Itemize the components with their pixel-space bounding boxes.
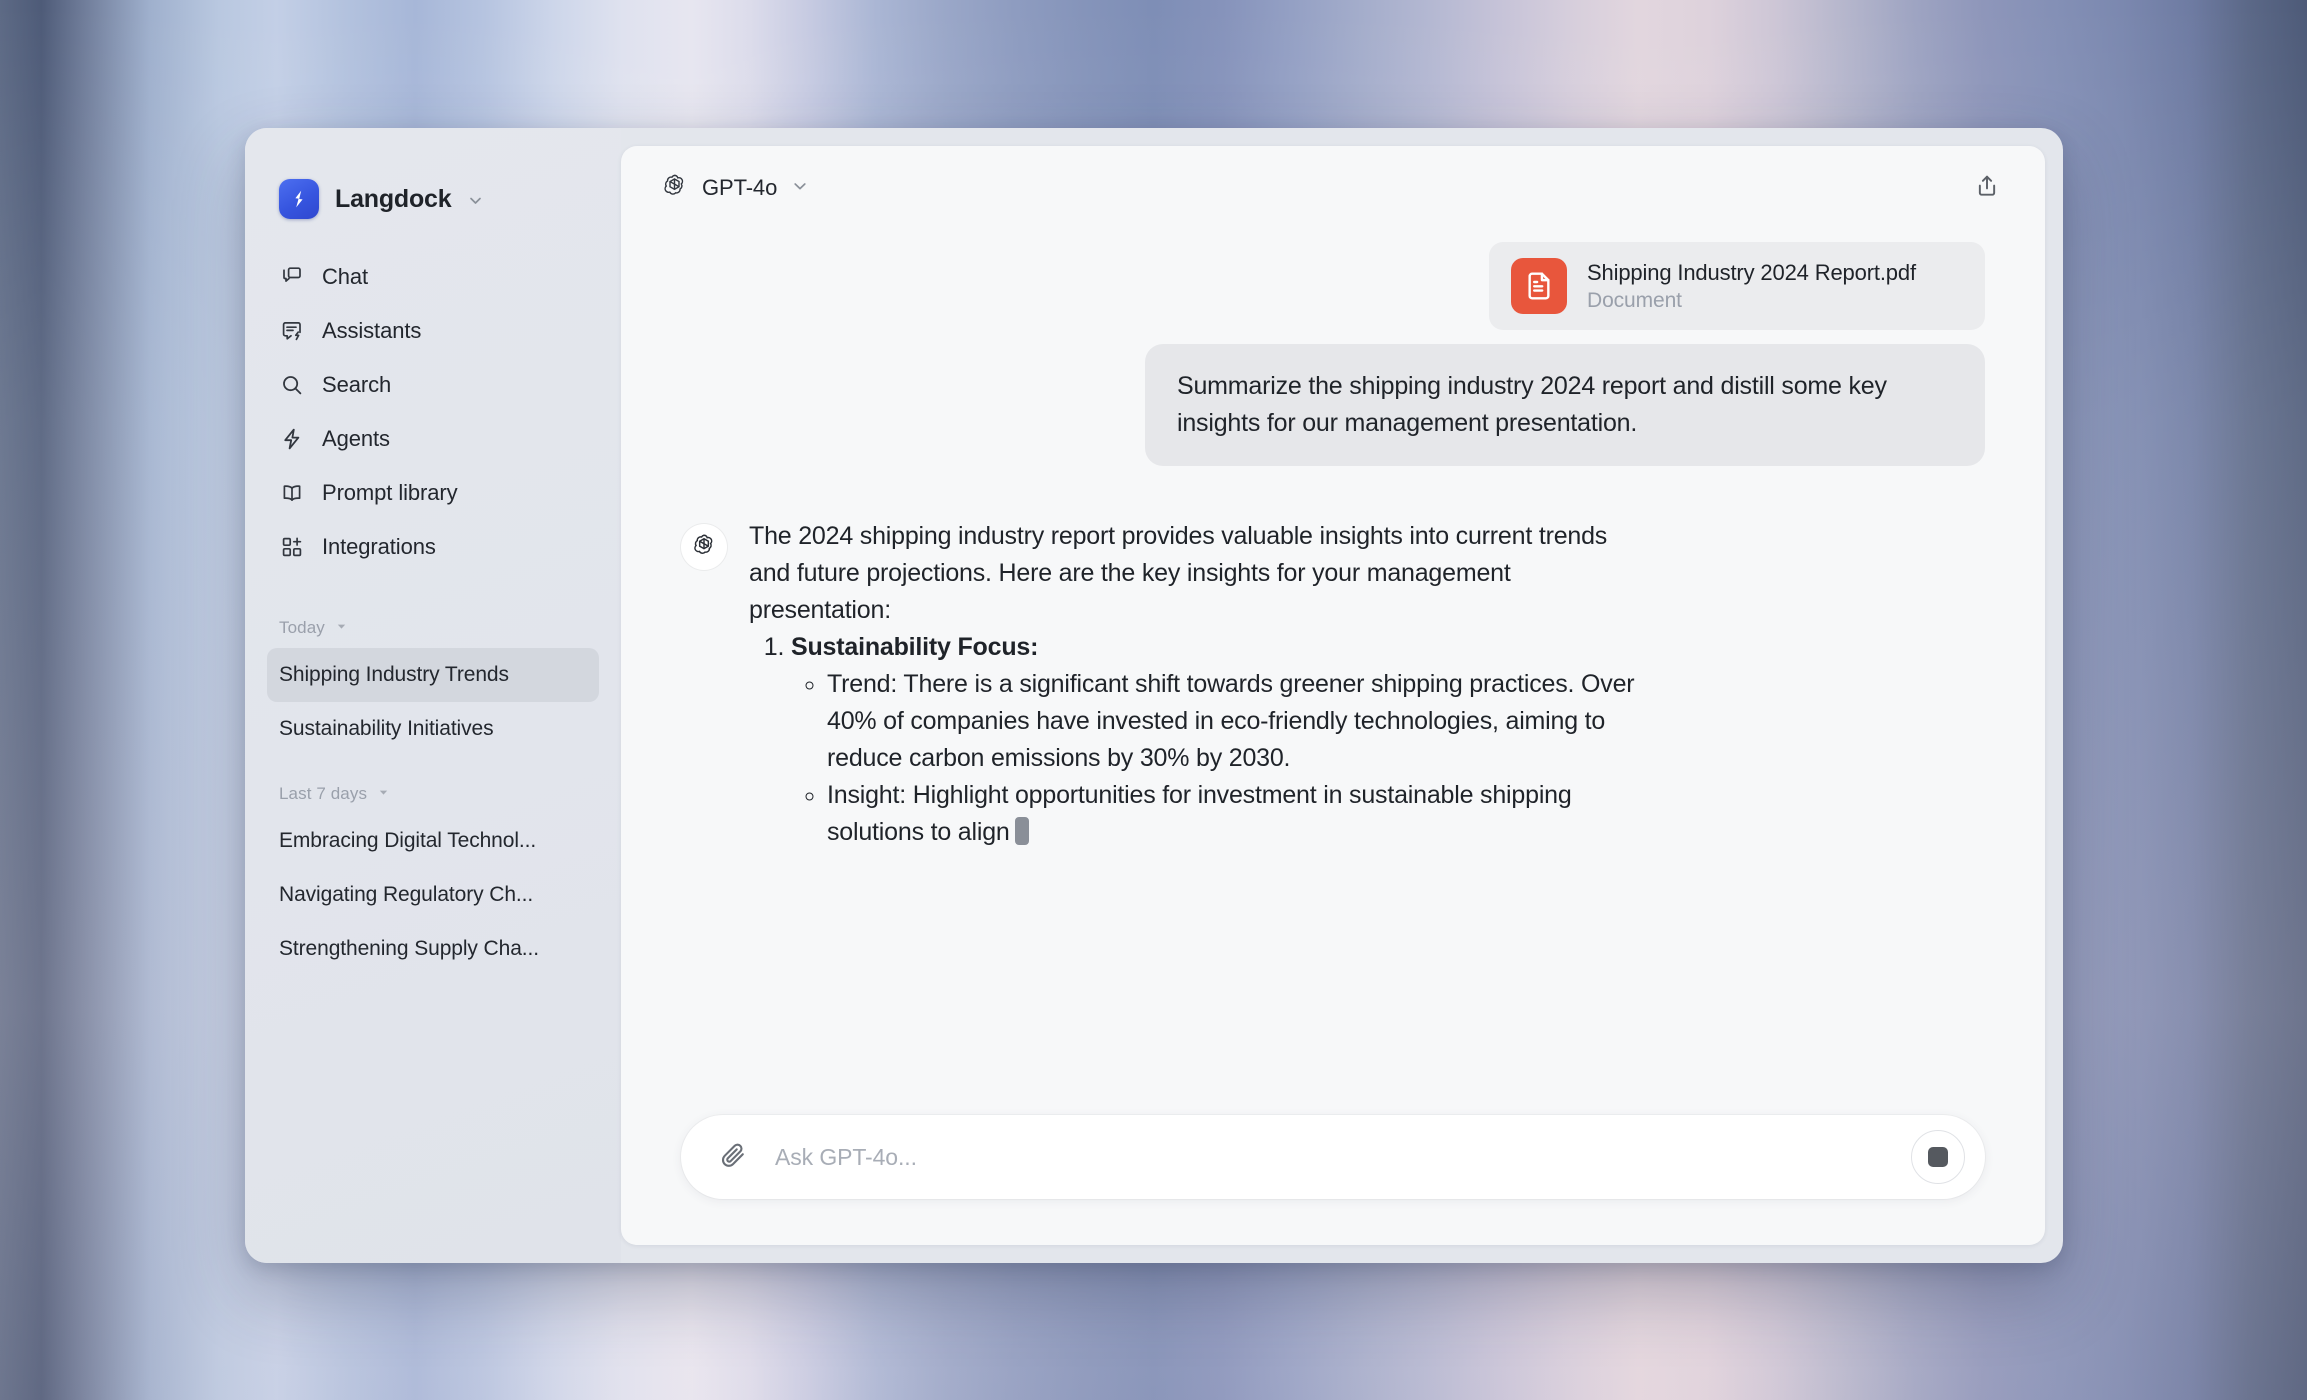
openai-logo-icon [691, 532, 717, 563]
sidebar-item-assistants[interactable]: Assistants [267, 304, 599, 358]
sidebar-item-integrations[interactable]: Integrations [267, 520, 599, 574]
assistant-message: The 2024 shipping industry report provid… [749, 518, 1654, 851]
history-item-label: Navigating Regulatory Ch... [279, 883, 534, 906]
numbered-item-label: Sustainability Focus: [791, 633, 1039, 661]
sidebar-item-chat[interactable]: Chat [267, 250, 599, 304]
sidebar-item-label: Agents [322, 426, 390, 451]
assistant-numbered-list: Sustainability Focus: Trend: There is a … [749, 629, 1654, 851]
sidebar-item-label: Chat [322, 264, 369, 289]
bullet-item-text: Insight: Highlight opportunities for inv… [827, 781, 1572, 846]
history-group-spacer [267, 756, 599, 774]
bullet-item-text: Trend: There is a significant shift towa… [827, 670, 1635, 772]
assistant-bubble-icon [279, 318, 305, 344]
lightning-bolt-icon [279, 426, 305, 452]
attachment-row: Shipping Industry 2024 Report.pdf Docume… [681, 242, 1985, 344]
history-item-label: Shipping Industry Trends [279, 663, 509, 686]
history-item-sustainability-initiatives[interactable]: Sustainability Initiatives [267, 702, 599, 756]
conversation: Shipping Industry 2024 Report.pdf Docume… [621, 230, 2045, 1115]
panel-header: GPT-4o [621, 146, 2045, 230]
avatar [681, 524, 727, 570]
bullet-list-item: Insight: Highlight opportunities for inv… [827, 777, 1654, 851]
primary-navigation: Chat Assistants Search Agents Prompt lib… [245, 250, 621, 574]
grid-plus-icon [279, 534, 305, 560]
model-selector[interactable]: GPT-4o [651, 166, 819, 210]
composer [681, 1115, 1985, 1199]
user-message: Summarize the shipping industry 2024 rep… [1145, 344, 1985, 466]
bullet-list-item: Trend: There is a significant shift towa… [827, 666, 1654, 777]
assistant-message-row: The 2024 shipping industry report provid… [681, 518, 1985, 851]
assistant-intro-paragraph: The 2024 shipping industry report provid… [749, 522, 1608, 624]
history-group-header-today[interactable]: Today [267, 608, 599, 648]
app-window: Langdock Chat Assistants Search Agents P… [245, 128, 2063, 1263]
chevron-down-icon[interactable] [467, 189, 484, 209]
attach-file-button[interactable] [711, 1135, 755, 1179]
sidebar-item-label: Assistants [322, 318, 422, 343]
chevron-down-icon [791, 177, 809, 200]
sidebar-item-search[interactable]: Search [267, 358, 599, 412]
chat-history: Today Shipping Industry Trends Sustainab… [245, 608, 621, 976]
sidebar: Langdock Chat Assistants Search Agents P… [245, 128, 621, 1263]
file-name: Shipping Industry 2024 Report.pdf [1587, 259, 1916, 285]
share-icon [1974, 173, 2000, 204]
triangle-down-icon [336, 619, 347, 637]
paperclip-icon [719, 1141, 747, 1174]
history-item-label: Sustainability Initiatives [279, 717, 494, 740]
workspace-name: Langdock [335, 184, 452, 213]
history-item-label: Embracing Digital Technol... [279, 829, 537, 852]
sidebar-item-agents[interactable]: Agents [267, 412, 599, 466]
chat-bubbles-icon [279, 264, 305, 290]
history-item-shipping-industry-trends[interactable]: Shipping Industry Trends [267, 648, 599, 702]
history-group-title: Today [279, 618, 325, 637]
history-item-embracing-digital-technologies[interactable]: Embracing Digital Technol... [267, 814, 599, 868]
stop-generation-button[interactable] [1911, 1130, 1965, 1184]
history-item-strengthening-supply-chain[interactable]: Strengthening Supply Cha... [267, 922, 599, 976]
langdock-logo-icon [279, 179, 319, 219]
stop-square-icon [1928, 1147, 1948, 1167]
file-meta: Shipping Industry 2024 Report.pdf Docume… [1587, 260, 1916, 313]
history-item-navigating-regulatory-changes[interactable]: Navigating Regulatory Ch... [267, 868, 599, 922]
streaming-cursor [1014, 817, 1029, 845]
main-panel: GPT-4o Shipping Industry 2024 Report.pdf… [621, 146, 2045, 1245]
composer-container [621, 1115, 2045, 1245]
history-item-label: Strengthening Supply Cha... [279, 937, 539, 960]
search-icon [279, 372, 305, 398]
assistant-bullet-list: Trend: There is a significant shift towa… [791, 666, 1654, 851]
openai-logo-icon [661, 172, 688, 204]
share-button[interactable] [1963, 164, 2011, 212]
sidebar-item-label: Search [322, 372, 392, 397]
user-message-row: Summarize the shipping industry 2024 rep… [681, 344, 1985, 466]
book-icon [279, 480, 305, 506]
message-input[interactable] [755, 1143, 1911, 1171]
triangle-down-icon [378, 785, 389, 803]
history-group-header-last-7-days[interactable]: Last 7 days [267, 774, 599, 814]
pdf-document-icon [1511, 258, 1567, 314]
sidebar-item-label: Integrations [322, 534, 436, 559]
sidebar-item-label: Prompt library [322, 480, 458, 505]
workspace-switcher[interactable]: Langdock [245, 128, 621, 224]
numbered-list-item: Sustainability Focus: Trend: There is a … [791, 629, 1654, 851]
history-group-title: Last 7 days [279, 784, 368, 803]
file-type: Document [1587, 288, 1682, 312]
sidebar-item-prompt-library[interactable]: Prompt library [267, 466, 599, 520]
model-name: GPT-4o [702, 175, 778, 200]
file-attachment-card[interactable]: Shipping Industry 2024 Report.pdf Docume… [1489, 242, 1985, 330]
